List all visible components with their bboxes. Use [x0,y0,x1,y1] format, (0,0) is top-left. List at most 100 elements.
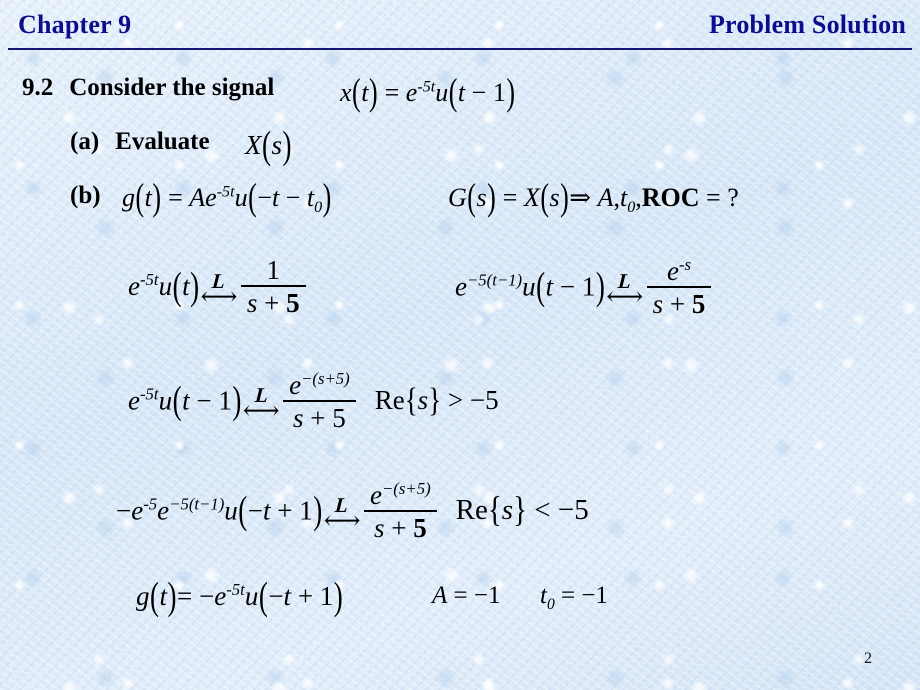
sym-t0-base: t [540,582,547,609]
problem-statement-label: Consider the signal [69,74,275,101]
problem-statement-math: x(t) = e-5tu(t − 1) [340,71,516,113]
sym-u: u [158,270,173,301]
header-section-title: Problem Solution [708,10,906,39]
exponent-minus5t: -5t [139,269,159,289]
sym-X: X [245,130,262,160]
part-a-text: Evaluate [115,128,210,155]
sym-t: t [182,385,190,416]
sym-equals: = [502,183,518,212]
paren-open: ( [248,176,257,219]
sym-e: e [370,480,383,510]
sym-five: 5 [574,494,589,527]
sym-s: s [373,512,385,543]
paren-open: ( [135,176,145,219]
equation-row2: e-5tu(t − 1) L ⟷ e−(s+5) s + 5 Re{s} > −5 [128,370,499,434]
paren-open: ( [262,123,271,167]
laplace-transform-arrow: L ⟷ [243,383,280,423]
sym-e: e [205,183,217,212]
re-label: Re [374,385,405,416]
sym-t0-base: t [306,183,315,212]
laplace-transform-arrow: L ⟷ [324,493,361,533]
header-chapter-title: Chapter 9 [18,10,132,39]
fraction-denominator: s + 5 [287,402,352,432]
paren-open: ( [540,176,549,219]
laplace-transform-arrow: L ⟷ [201,268,238,309]
paren-close: ) [282,123,292,167]
exponent-minus5t: -5t [139,384,159,404]
sym-s: s [293,402,304,433]
sym-e: e [157,495,170,526]
sym-e: e [131,495,144,526]
sym-u: u [224,495,238,526]
paren-close: ) [232,378,242,422]
sym-t: t [263,495,271,526]
sym-e: e [289,370,302,400]
sym-s: s [549,183,560,212]
exponent-minus5-t-minus-1: −5(t−1) [169,494,225,514]
sym-minus: − [473,582,488,609]
laplace-transform-arrow: L ⟷ [606,269,643,309]
equation-row1-right: e−5(t−1)u(t − 1) L ⟷ e-s s + 5 [455,256,714,320]
implies-icon: ⇒ [569,183,592,212]
sym-s: s [246,287,258,318]
paren-open: ( [238,488,248,532]
paren-close: ) [487,176,496,219]
paren-close: ) [560,176,569,219]
sym-five: 5 [485,385,499,416]
exponent-minus5-t-minus-1: −5(t−1) [466,270,523,290]
sym-one: 1 [492,78,506,107]
sym-e: e [666,256,679,286]
sym-equals: = [168,183,183,212]
sym-plus: + [297,581,314,611]
fraction-numerator: 1 [266,255,280,285]
sym-minus: − [257,183,272,212]
paren-close: ) [322,176,332,219]
laplace-L-icon: L [211,268,227,293]
sym-minus: − [285,183,301,212]
sym-e: e [214,581,227,611]
sym-minus: − [116,495,132,526]
brace-close: } [428,381,442,419]
sym-g: g [136,581,150,611]
paren-open: ( [150,574,159,618]
sym-question: ? [727,183,739,212]
sym-equals: = [177,581,193,611]
sym-t0-sub: 0 [314,199,323,217]
sym-minus: − [581,582,596,609]
sym-s: s [476,183,487,212]
roc-label: ROC [641,183,700,212]
sym-A: A [432,582,448,609]
paren-close: ) [167,574,177,618]
exponent-minus-s-plus-5: −(s+5) [382,479,431,498]
sym-t: t [361,78,369,107]
fraction-numerator: e−(s+5) [283,370,356,400]
part-b-math-question: G(s) = X(s)⇒ A,t0,ROC = ? [448,176,739,218]
part-b-label: (b) [70,182,101,209]
sym-e: e [405,78,418,107]
roc-expression-row3: Re{s} < −5 [456,490,589,530]
fraction-denominator: s + 5 [241,287,306,317]
exponent-minus5t: -5t [216,183,235,201]
sym-e: e [128,385,140,416]
sym-less-than: < [534,494,551,527]
brace-open: { [404,381,418,419]
sym-t: t [271,183,280,212]
paren-close: ) [313,488,323,532]
fraction-one-over-s-plus-5: 1s + 5 [240,255,306,317]
sym-t: t [159,581,168,611]
paren-close: ) [333,574,343,618]
sym-s: s [652,288,664,319]
sym-equals: = [384,78,400,107]
sym-equals: = [560,582,576,609]
paren-open: ( [448,71,458,114]
paren-close: ) [152,176,162,219]
laplace-L-icon: L [253,383,269,408]
roc-expression-row2: Re{s} > −5 [374,381,499,419]
fraction-e-minus-s-plus-5-over-s-plus-5: e−(s+5) s + 5 [364,480,437,542]
sym-five: 5 [332,402,346,433]
paren-open: ( [352,71,361,114]
problem-statement-line: 9.2 Consider the signal [22,74,274,102]
sym-minus: − [469,385,486,416]
sym-minus: − [196,385,212,416]
part-b-math-definition: g(t) = Ae-5tu(−t − t0) [122,176,332,218]
